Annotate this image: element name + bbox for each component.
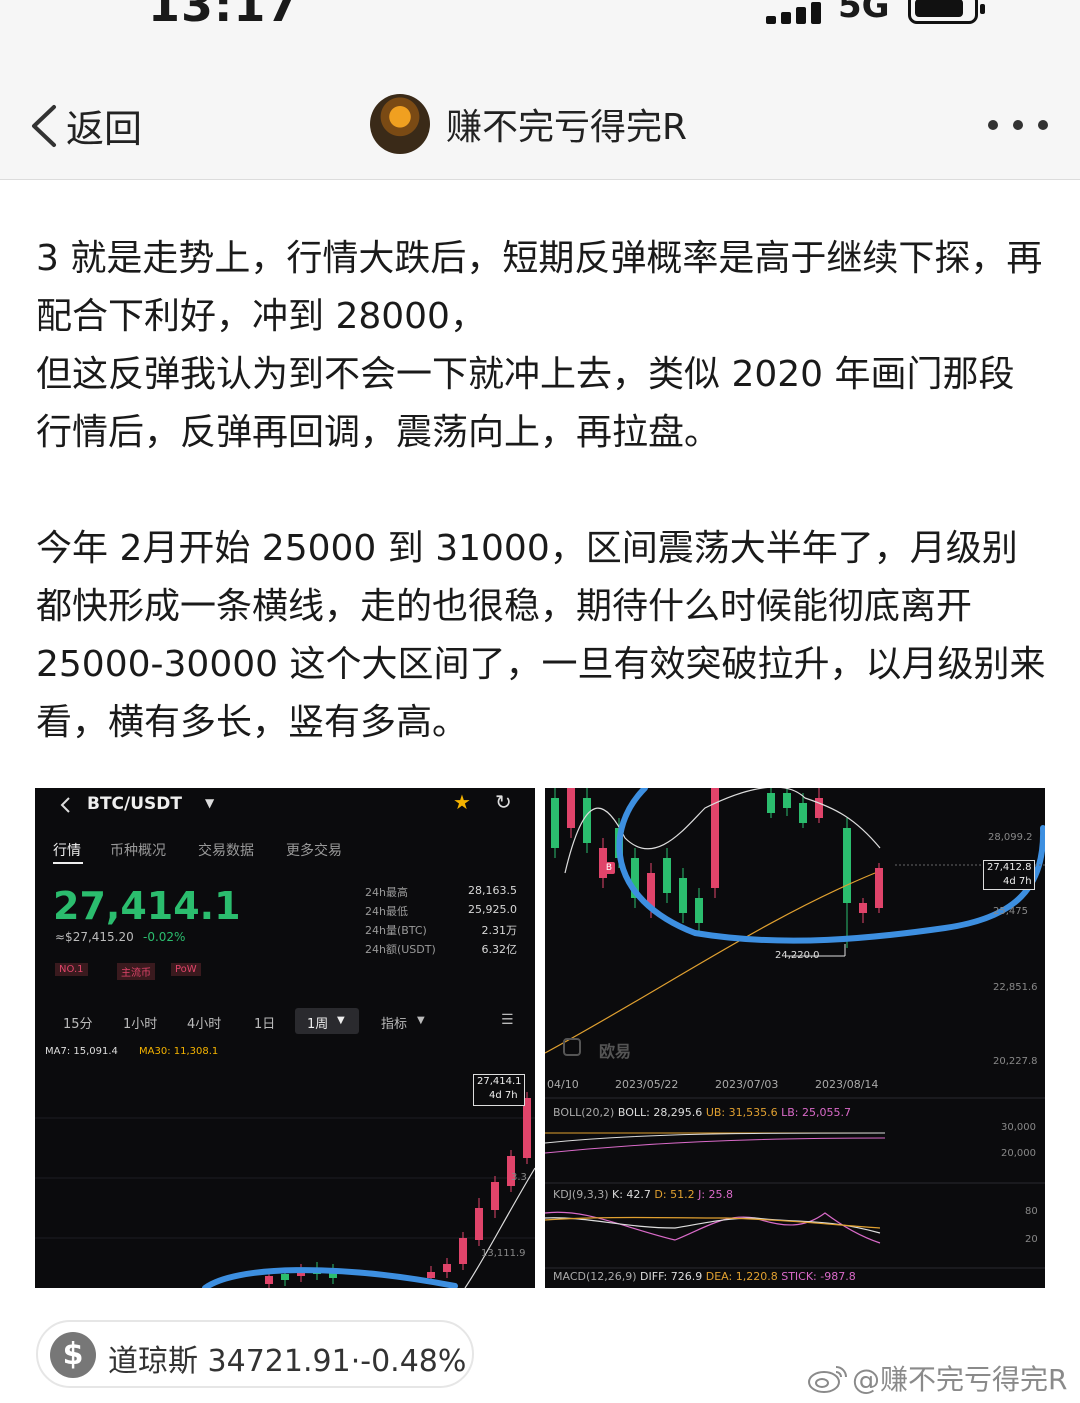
boll-legend: BOLL(20,2) BOLL: 28,295.6 UB: 31,535.6 L… <box>553 1106 851 1119</box>
paragraph: 3 就是走势上，行情大跌后，短期反弹概率是高于继续下探，再配合下利好，冲到 28… <box>36 238 1043 337</box>
dollar-icon: $ <box>50 1332 96 1378</box>
candle-body <box>491 1182 499 1210</box>
price-tag-time: 4d 7h <box>489 1090 518 1101</box>
stock-name: 道琼斯 <box>108 1344 198 1379</box>
last-price: 27,414.1 <box>53 884 241 928</box>
watermark-text: @赚不完亏得完R <box>852 1363 1068 1396</box>
candle-body <box>859 903 867 913</box>
tab-trade-data: 交易数据 <box>198 843 254 859</box>
tag-badge: NO.1 <box>55 963 88 976</box>
back-button[interactable]: 返回 <box>28 98 142 153</box>
candle-body <box>843 828 851 903</box>
weekly-candle-chart <box>35 1092 535 1288</box>
buy-marker: B <box>603 862 615 874</box>
ma30-label: MA30: 11,308.1 <box>139 1046 219 1057</box>
candle-body <box>815 798 823 818</box>
candle-body <box>475 1208 483 1240</box>
candle-body <box>427 1272 435 1278</box>
price-tag-time: 4d 7h <box>1003 876 1032 887</box>
candle-body <box>551 798 559 848</box>
interval-1h: 1小时 <box>123 1017 158 1032</box>
okx-logo-icon <box>563 1038 581 1056</box>
tag-badge: PoW <box>171 963 201 976</box>
candle-body <box>875 868 883 908</box>
stock-pill[interactable]: $ 道琼斯 34721.91·-0.48% <box>36 1320 474 1388</box>
candle-body <box>663 858 671 893</box>
low-label: 24,220.0 <box>775 950 820 961</box>
candle-body <box>281 1274 289 1280</box>
battery-icon <box>908 0 985 24</box>
post-image-btc-app[interactable]: BTC/USDT ▼ ★ ↻ 行情 币种概况 交易数据 更多交易 27,414.… <box>35 788 535 1288</box>
price-tag: 27,414.1 <box>477 1076 522 1087</box>
weibo-watermark: @赚不完亏得完R <box>806 1358 1067 1398</box>
macd-legend: MACD(12,26,9) DIFF: 726.9 DEA: 1,220.8 S… <box>553 1270 856 1283</box>
nav-bar: 返回 赚不完亏得完R <box>0 50 1080 180</box>
candle-body <box>583 798 591 843</box>
candle-body <box>567 788 575 828</box>
annotation-circle <box>202 1267 458 1288</box>
post-image-indicator-chart[interactable]: B 28,099.2 27,412.8 4d 7h 25,475 24,220.… <box>545 788 1045 1288</box>
interval-4h: 4小时 <box>187 1017 222 1032</box>
ma7-label: MA7: 15,091.4 <box>45 1046 118 1057</box>
kdj-legend: KDJ(9,3,3) K: 42.7 D: 51.2 J: 25.8 <box>553 1188 734 1201</box>
refresh-icon: ↻ <box>495 790 512 814</box>
stat-row: 24h量(BTC) 2.31万 <box>365 924 517 937</box>
candle-body <box>695 898 703 923</box>
back-label: 返回 <box>66 107 143 151</box>
candle-body <box>459 1238 467 1264</box>
star-icon: ★ <box>453 790 471 814</box>
caret-down-icon: ▼ <box>205 796 215 810</box>
price-usd: ≈$27,415.20 <box>55 930 134 944</box>
status-bar: 13:17 5G <box>0 0 1080 50</box>
candle-body <box>443 1264 451 1272</box>
network-type: 5G <box>838 0 890 26</box>
interval-1w: 1周 <box>307 1017 329 1032</box>
tab-coin-overview: 币种概况 <box>110 843 166 859</box>
stat-row: 24h最低 25,925.0 <box>365 903 517 918</box>
tab-market: 行情 <box>53 843 81 859</box>
tab-more-trade: 更多交易 <box>286 843 342 859</box>
chart-settings-icon: ☰ <box>501 1012 514 1028</box>
candle-body <box>799 803 807 823</box>
stock-text: 道琼斯 34721.91·-0.48% <box>108 1344 467 1379</box>
candle-body <box>265 1276 273 1284</box>
paragraph: 但这反弹我认为到不会一下就冲上去，类似 2020 年画门那段行情后，反弹再回调，… <box>36 354 1015 453</box>
indicator-menu: 指标 <box>381 1017 408 1032</box>
interval-15m: 15分 <box>63 1017 93 1032</box>
signal-icon <box>766 2 822 24</box>
post-body: 3 就是走势上，行情大跌后，短期反弹概率是高于继续下探，再配合下利好，冲到 28… <box>36 230 1048 752</box>
more-options-button[interactable] <box>988 120 1048 132</box>
pair-title: BTC/USDT <box>87 794 182 814</box>
tag-badge: 主流币 <box>117 963 155 980</box>
candle-body <box>767 793 775 813</box>
paragraph: 今年 2月开始 25000 到 31000，区间震荡大半年了，月级别都快形成一条… <box>36 528 1046 743</box>
interval-1d: 1日 <box>254 1017 276 1032</box>
price-tag: 27,412.8 <box>987 862 1032 873</box>
stat-row: 24h最高 28,163.5 <box>365 884 517 899</box>
stat-row: 24h额(USDT) 6.32亿 <box>365 943 517 956</box>
avatar[interactable] <box>370 94 430 154</box>
weibo-logo-icon <box>808 1366 847 1393</box>
stock-value: 34721.91 <box>207 1344 351 1379</box>
price-change: -0.02% <box>143 930 186 944</box>
candle-body <box>679 878 687 913</box>
stock-change: -0.48% <box>360 1344 467 1379</box>
chevron-left-icon <box>32 104 56 147</box>
chevron-left-icon <box>60 797 70 813</box>
user-header[interactable]: 赚不完亏得完R <box>370 94 687 154</box>
exchange-watermark: 欧易 <box>599 1042 632 1061</box>
candle-body <box>523 1098 531 1158</box>
status-time: 13:17 <box>148 0 300 32</box>
candle-body <box>783 793 791 808</box>
username: 赚不完亏得完R <box>446 107 688 148</box>
